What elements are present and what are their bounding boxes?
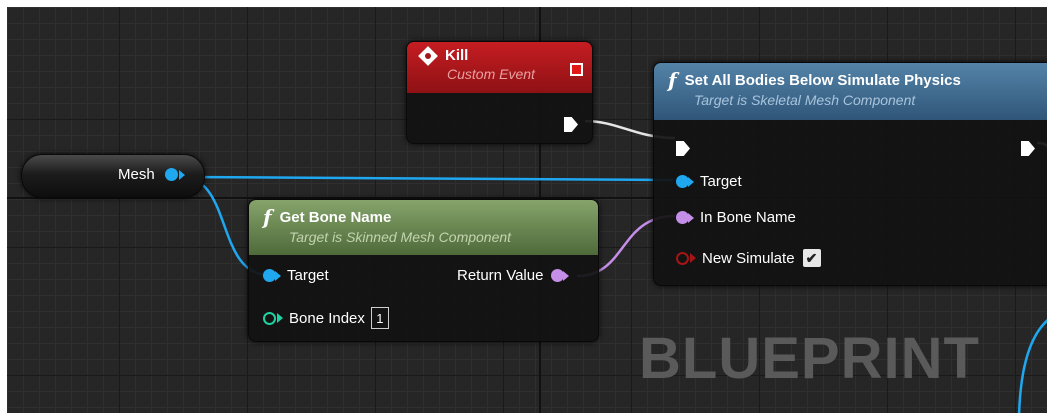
kill-node-subtitle: Custom Event [447, 66, 535, 82]
get-bone-index-pin[interactable]: Bone Index 1 [263, 307, 389, 329]
pin-arrow-icon [178, 169, 185, 180]
function-icon: f [668, 68, 677, 92]
set-bodies-subtitle: Target is Skeletal Mesh Component [694, 92, 916, 108]
mesh-to-set-target-wire[interactable] [184, 175, 674, 182]
get-bone-name-node[interactable]: f Get Bone Name Target is Skinned Mesh C… [248, 199, 599, 342]
set-bodies-title: Set All Bodies Below Simulate Physics [684, 71, 961, 89]
blueprint-graph-canvas[interactable]: BLUEPRINT Mesh Kill Custom Event f Set A… [7, 7, 1047, 413]
mesh-variable-node[interactable]: Mesh [21, 154, 205, 198]
set-bodies-exec-output-pin[interactable] [1021, 141, 1035, 156]
set-all-bodies-node[interactable]: f Set All Bodies Below Simulate Physics … [653, 62, 1047, 286]
blue-wire-offscreen[interactable] [1017, 319, 1047, 413]
get-bone-target-pin[interactable]: Target [263, 267, 329, 284]
set-bodies-target-pin[interactable]: Target [676, 173, 742, 190]
pin-arrow-icon [690, 253, 696, 263]
mesh-output-pin[interactable]: Mesh [118, 166, 185, 183]
set-bodies-in-bone-name-pin[interactable]: In Bone Name [676, 209, 796, 226]
get-bone-return-value-pin[interactable]: Return Value [457, 267, 570, 284]
bool-pin-icon [676, 251, 689, 265]
pin-arrow-icon [688, 212, 694, 223]
kill-node-title: Kill [445, 47, 469, 64]
function-icon: f [263, 205, 272, 229]
set-bodies-node-header[interactable]: f Set All Bodies Below Simulate Physics … [654, 63, 1047, 120]
kill-exec-output-pin[interactable] [564, 117, 578, 132]
delegate-pin-icon[interactable] [570, 63, 583, 76]
get-bone-title: Get Bone Name [279, 208, 392, 226]
bone-index-input[interactable]: 1 [370, 307, 389, 329]
int-pin-icon [263, 311, 276, 325]
kill-event-node[interactable]: Kill Custom Event [406, 41, 593, 144]
new-simulate-label: New Simulate [702, 249, 795, 267]
get-bone-target-label: Target [287, 267, 329, 284]
bone-index-label: Bone Index [289, 309, 365, 327]
object-pin-icon [164, 168, 178, 181]
target-label: Target [700, 173, 742, 190]
mesh-label: Mesh [118, 166, 155, 183]
pin-arrow-icon [688, 176, 694, 187]
set-bodies-new-simulate-pin[interactable]: New Simulate ✔ [676, 249, 821, 267]
new-simulate-checkbox[interactable]: ✔ [802, 249, 821, 267]
event-diamond-icon [418, 45, 438, 66]
kill-node-header[interactable]: Kill Custom Event [407, 42, 592, 93]
set-bodies-exec-input-pin[interactable] [676, 141, 690, 156]
pin-arrow-icon [277, 313, 283, 323]
return-value-label: Return Value [457, 267, 544, 284]
pin-arrow-icon [563, 270, 570, 281]
get-bone-node-header[interactable]: f Get Bone Name Target is Skinned Mesh C… [249, 200, 598, 255]
in-bone-name-label: In Bone Name [700, 209, 796, 226]
get-bone-subtitle: Target is Skinned Mesh Component [289, 229, 512, 245]
pin-arrow-icon [275, 270, 281, 281]
